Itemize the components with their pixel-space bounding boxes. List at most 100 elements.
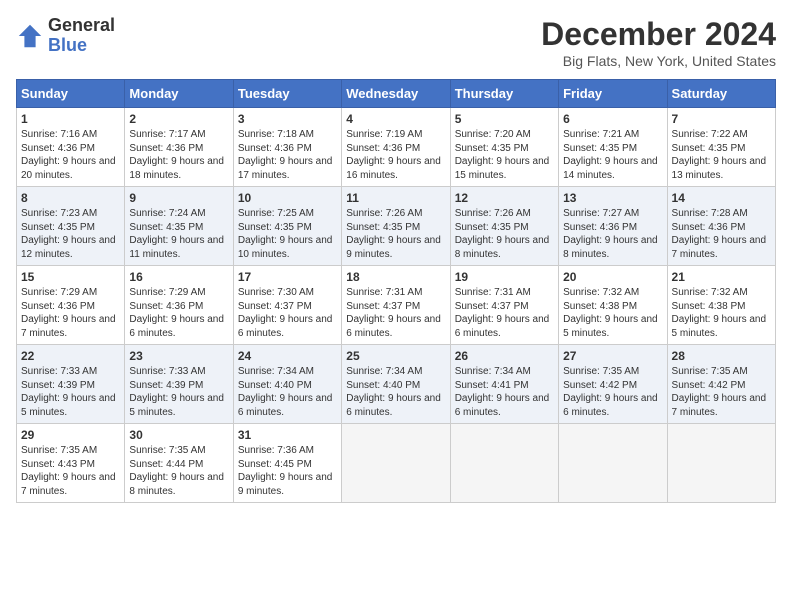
day-number: 15: [21, 270, 120, 284]
calendar-day-cell: 12 Sunrise: 7:26 AMSunset: 4:35 PMDayligh…: [450, 187, 558, 266]
day-info: Sunrise: 7:19 AMSunset: 4:36 PMDaylight:…: [346, 128, 445, 182]
day-number: 13: [563, 191, 662, 205]
day-number: 2: [129, 112, 228, 126]
day-info: Sunrise: 7:24 AMSunset: 4:35 PMDaylight:…: [129, 207, 228, 261]
day-info: Sunrise: 7:33 AMSunset: 4:39 PMDaylight:…: [129, 365, 228, 419]
calendar-day-cell: 25Sunrise: 7:34 AMSunset: 4:40 PMDayligh…: [342, 345, 450, 424]
logo-general: General: [48, 16, 115, 36]
calendar-day-cell: 28 Sunrise: 7:35 AMSunset: 4:42 PMDayligh…: [667, 345, 775, 424]
calendar-header-thursday: Thursday: [450, 80, 558, 108]
day-number: 22: [21, 349, 120, 363]
day-number: 6: [563, 112, 662, 126]
location: Big Flats, New York, United States: [541, 53, 776, 69]
calendar-header-tuesday: Tuesday: [233, 80, 341, 108]
calendar-day-cell: [342, 424, 450, 503]
day-info: Sunrise: 7:32 AMSunset: 4:38 PMDaylight:…: [672, 286, 771, 340]
logo: General Blue: [16, 16, 115, 56]
calendar-day-cell: 16Sunrise: 7:29 AMSunset: 4:36 PMDayligh…: [125, 266, 233, 345]
day-number: 21: [672, 270, 771, 284]
calendar-day-cell: 24Sunrise: 7:34 AMSunset: 4:40 PMDayligh…: [233, 345, 341, 424]
day-info: Sunrise: 7:17 AMSunset: 4:36 PMDaylight:…: [129, 128, 228, 182]
day-number: 24: [238, 349, 337, 363]
calendar-header-row: SundayMondayTuesdayWednesdayThursdayFrid…: [17, 80, 776, 108]
calendar-day-cell: 29 Sunrise: 7:35 AMSunset: 4:43 PMDayligh…: [17, 424, 125, 503]
logo-text: General Blue: [48, 16, 115, 56]
day-info: Sunrise: 7:23 AMSunset: 4:35 PMDaylight:…: [21, 207, 120, 261]
calendar-header-monday: Monday: [125, 80, 233, 108]
calendar-day-cell: 9Sunrise: 7:24 AMSunset: 4:35 PMDaylight…: [125, 187, 233, 266]
calendar-day-cell: 20 Sunrise: 7:32 AMSunset: 4:38 PMDayligh…: [559, 266, 667, 345]
calendar-header-sunday: Sunday: [17, 80, 125, 108]
day-info: Sunrise: 7:29 AMSunset: 4:36 PMDaylight:…: [129, 286, 228, 340]
day-info: Sunrise: 7:25 AMSunset: 4:35 PMDaylight:…: [238, 207, 337, 261]
day-info: Sunrise: 7:27 AMSunset: 4:36 PMDaylight:…: [563, 207, 662, 261]
calendar-day-cell: 19Sunrise: 7:31 AMSunset: 4:37 PMDayligh…: [450, 266, 558, 345]
calendar-day-cell: 7 Sunrise: 7:22 AMSunset: 4:35 PMDaylight…: [667, 108, 775, 187]
day-number: 4: [346, 112, 445, 126]
day-number: 17: [238, 270, 337, 284]
day-number: 7: [672, 112, 771, 126]
calendar-week-row: 8 Sunrise: 7:23 AMSunset: 4:35 PMDaylight…: [17, 187, 776, 266]
calendar-day-cell: 15 Sunrise: 7:29 AMSunset: 4:36 PMDayligh…: [17, 266, 125, 345]
day-number: 12: [455, 191, 554, 205]
title-area: December 2024 Big Flats, New York, Unite…: [541, 16, 776, 69]
day-number: 31: [238, 428, 337, 442]
day-info: Sunrise: 7:21 AMSunset: 4:35 PMDaylight:…: [563, 128, 662, 182]
day-info: Sunrise: 7:16 AMSunset: 4:36 PMDaylight:…: [21, 128, 120, 182]
logo-icon: [16, 22, 44, 50]
calendar-day-cell: 14 Sunrise: 7:28 AMSunset: 4:36 PMDayligh…: [667, 187, 775, 266]
calendar-day-cell: 31 Sunrise: 7:36 AMSunset: 4:45 PMDayligh…: [233, 424, 341, 503]
calendar-day-cell: 30Sunrise: 7:35 AMSunset: 4:44 PMDayligh…: [125, 424, 233, 503]
day-number: 18: [346, 270, 445, 284]
logo-blue: Blue: [48, 36, 115, 56]
calendar-day-cell: 13 Sunrise: 7:27 AMSunset: 4:36 PMDayligh…: [559, 187, 667, 266]
calendar: SundayMondayTuesdayWednesdayThursdayFrid…: [16, 79, 776, 503]
day-info: Sunrise: 7:35 AMSunset: 4:43 PMDaylight:…: [21, 444, 120, 498]
day-info: Sunrise: 7:20 AMSunset: 4:35 PMDaylight:…: [455, 128, 554, 182]
calendar-day-cell: 22 Sunrise: 7:33 AMSunset: 4:39 PMDayligh…: [17, 345, 125, 424]
calendar-day-cell: [450, 424, 558, 503]
day-info: Sunrise: 7:36 AMSunset: 4:45 PMDaylight:…: [238, 444, 337, 498]
calendar-day-cell: 1 Sunrise: 7:16 AMSunset: 4:36 PMDaylight…: [17, 108, 125, 187]
calendar-day-cell: 11 Sunrise: 7:26 AMSunset: 4:35 PMDayligh…: [342, 187, 450, 266]
calendar-day-cell: 8 Sunrise: 7:23 AMSunset: 4:35 PMDaylight…: [17, 187, 125, 266]
day-number: 11: [346, 191, 445, 205]
month-title: December 2024: [541, 16, 776, 53]
day-info: Sunrise: 7:28 AMSunset: 4:36 PMDaylight:…: [672, 207, 771, 261]
calendar-week-row: 1 Sunrise: 7:16 AMSunset: 4:36 PMDaylight…: [17, 108, 776, 187]
day-number: 28: [672, 349, 771, 363]
calendar-week-row: 22 Sunrise: 7:33 AMSunset: 4:39 PMDayligh…: [17, 345, 776, 424]
day-number: 8: [21, 191, 120, 205]
calendar-day-cell: 4 Sunrise: 7:19 AMSunset: 4:36 PMDaylight…: [342, 108, 450, 187]
calendar-week-row: 29 Sunrise: 7:35 AMSunset: 4:43 PMDayligh…: [17, 424, 776, 503]
day-info: Sunrise: 7:22 AMSunset: 4:35 PMDaylight:…: [672, 128, 771, 182]
calendar-day-cell: 10Sunrise: 7:25 AMSunset: 4:35 PMDayligh…: [233, 187, 341, 266]
day-info: Sunrise: 7:31 AMSunset: 4:37 PMDaylight:…: [346, 286, 445, 340]
page-header: General Blue December 2024 Big Flats, Ne…: [16, 16, 776, 69]
calendar-week-row: 15 Sunrise: 7:29 AMSunset: 4:36 PMDayligh…: [17, 266, 776, 345]
day-number: 23: [129, 349, 228, 363]
day-info: Sunrise: 7:26 AMSunset: 4:35 PMDaylight:…: [346, 207, 445, 261]
calendar-header-saturday: Saturday: [667, 80, 775, 108]
day-number: 14: [672, 191, 771, 205]
day-info: Sunrise: 7:32 AMSunset: 4:38 PMDaylight:…: [563, 286, 662, 340]
day-number: 1: [21, 112, 120, 126]
day-number: 3: [238, 112, 337, 126]
day-info: Sunrise: 7:35 AMSunset: 4:44 PMDaylight:…: [129, 444, 228, 498]
day-info: Sunrise: 7:31 AMSunset: 4:37 PMDaylight:…: [455, 286, 554, 340]
calendar-day-cell: 3 Sunrise: 7:18 AMSunset: 4:36 PMDaylight…: [233, 108, 341, 187]
day-info: Sunrise: 7:18 AMSunset: 4:36 PMDaylight:…: [238, 128, 337, 182]
calendar-day-cell: 23 Sunrise: 7:33 AMSunset: 4:39 PMDayligh…: [125, 345, 233, 424]
day-number: 27: [563, 349, 662, 363]
day-info: Sunrise: 7:29 AMSunset: 4:36 PMDaylight:…: [21, 286, 120, 340]
day-info: Sunrise: 7:33 AMSunset: 4:39 PMDaylight:…: [21, 365, 120, 419]
day-info: Sunrise: 7:26 AMSunset: 4:35 PMDaylight:…: [455, 207, 554, 261]
calendar-header-wednesday: Wednesday: [342, 80, 450, 108]
day-number: 5: [455, 112, 554, 126]
calendar-day-cell: 5 Sunrise: 7:20 AMSunset: 4:35 PMDaylight…: [450, 108, 558, 187]
day-info: Sunrise: 7:34 AMSunset: 4:41 PMDaylight:…: [455, 365, 554, 419]
day-number: 29: [21, 428, 120, 442]
day-info: Sunrise: 7:35 AMSunset: 4:42 PMDaylight:…: [672, 365, 771, 419]
day-number: 20: [563, 270, 662, 284]
calendar-day-cell: 27Sunrise: 7:35 AMSunset: 4:42 PMDayligh…: [559, 345, 667, 424]
